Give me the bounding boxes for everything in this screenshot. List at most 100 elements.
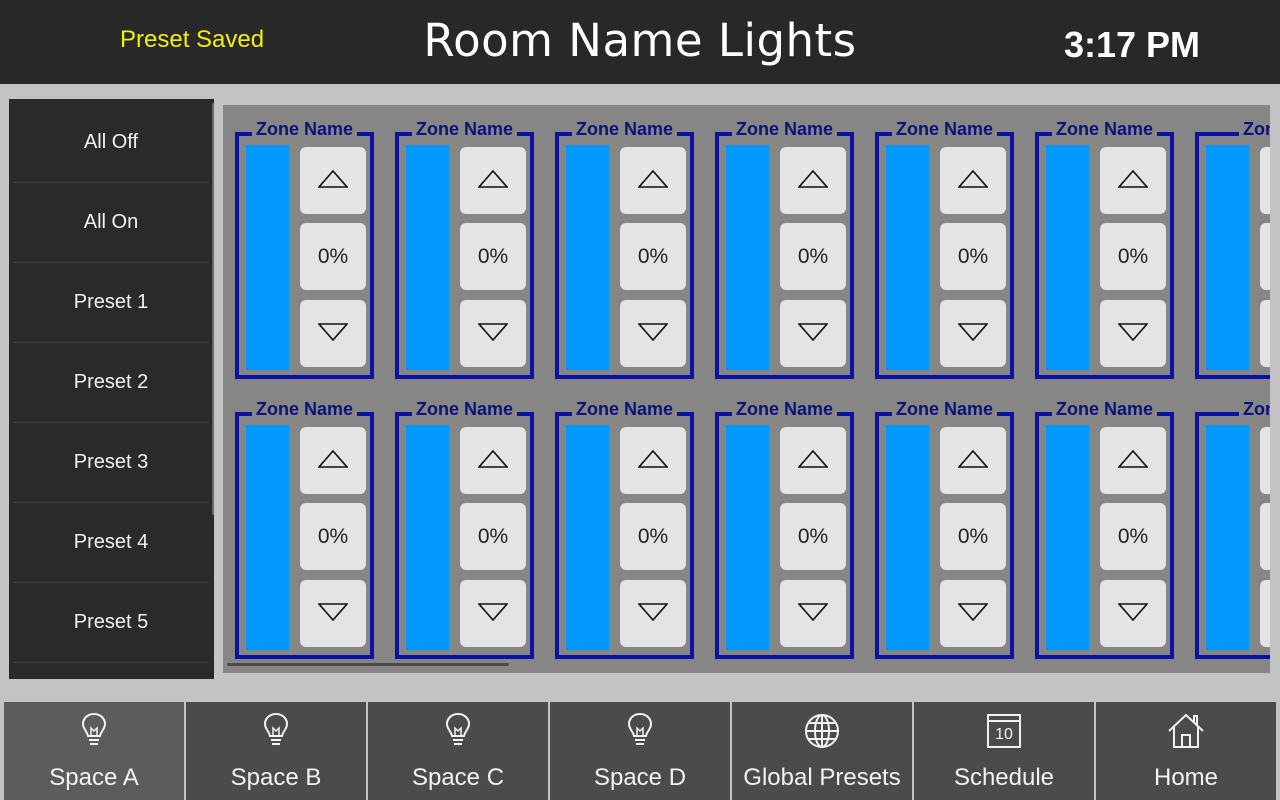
zone-level-value: 0% (957, 524, 989, 548)
nav-home-button[interactable]: Home (1096, 702, 1276, 800)
zone-raise-button[interactable] (460, 147, 526, 214)
nav-schedule-button[interactable]: 10 Schedule (914, 702, 1094, 800)
triangle-down-icon (957, 322, 989, 345)
zone-lower-button[interactable] (460, 300, 526, 367)
lightbulb-icon (443, 712, 473, 752)
zone-lower-button[interactable] (460, 580, 526, 647)
triangle-down-icon (637, 322, 669, 345)
zone-raise-button[interactable] (620, 427, 686, 494)
zone-lower-button[interactable] (1100, 580, 1166, 647)
nav-label: Space B (230, 764, 322, 791)
triangle-up-icon (477, 449, 509, 472)
zone-raise-button[interactable] (1100, 147, 1166, 214)
zone-level-value: 0% (1117, 524, 1149, 548)
nav-space-d-button[interactable]: Space D (550, 702, 730, 800)
sidebar-scrollbar[interactable] (212, 103, 214, 515)
zone-level-value: 0% (797, 244, 829, 268)
triangle-down-icon (317, 322, 349, 345)
zone-level-display: 0% (780, 503, 846, 570)
triangle-down-icon (1117, 322, 1149, 345)
nav-space-b-button[interactable]: Space B (186, 702, 366, 800)
zone-level-display: 0% (1100, 223, 1166, 290)
zone-level-bar[interactable] (566, 145, 609, 370)
triangle-up-icon (797, 169, 829, 192)
zone-lower-button[interactable] (1100, 300, 1166, 367)
zone-label: Zone Name (875, 399, 1014, 420)
zone-label: Zone Name (715, 119, 854, 140)
nav-space-a-button[interactable]: Space A (4, 702, 184, 800)
zone-lower-button[interactable] (620, 580, 686, 647)
zone-lower-button[interactable] (300, 580, 366, 647)
zone-level-bar[interactable] (1046, 425, 1089, 650)
triangle-down-icon (477, 602, 509, 625)
zone-level-bar[interactable] (1206, 425, 1249, 650)
nav-label: Space D (593, 764, 687, 791)
sidebar-item-all-on[interactable]: All On (13, 183, 209, 263)
zone-card: Zone Name 0% (543, 385, 694, 659)
zone-lower-button[interactable] (940, 580, 1006, 647)
zone-level-bar[interactable] (406, 425, 449, 650)
zone-level-bar[interactable] (246, 425, 289, 650)
zone-lower-button[interactable] (780, 580, 846, 647)
sidebar-item-preset-4[interactable]: Preset 4 (13, 503, 209, 583)
preset-sidebar: All Off All On Preset 1 Preset 2 Preset … (9, 99, 214, 679)
zone-raise-button[interactable] (780, 427, 846, 494)
zone-level-value: 0% (637, 524, 669, 548)
zone-raise-button[interactable] (1260, 147, 1270, 214)
zone-raise-button[interactable] (1100, 427, 1166, 494)
zone-raise-button[interactable] (940, 147, 1006, 214)
sidebar-item-label: Preset 2 (73, 371, 149, 393)
zone-card: Zone Name 0% (383, 385, 534, 659)
zone-card: Zone Name 0% (543, 105, 694, 379)
zone-raise-button[interactable] (940, 427, 1006, 494)
triangle-down-icon (317, 602, 349, 625)
zone-level-bar[interactable] (406, 145, 449, 370)
zone-name: Zone Name (1051, 399, 1158, 419)
triangle-up-icon (637, 169, 669, 192)
calendar-day: 10 (995, 726, 1013, 743)
zone-raise-button[interactable] (780, 147, 846, 214)
zone-name: Zone (1239, 119, 1270, 139)
zone-level-bar[interactable] (726, 145, 769, 370)
zone-raise-button[interactable] (300, 147, 366, 214)
zone-level-bar[interactable] (726, 425, 769, 650)
zone-raise-button[interactable] (1260, 427, 1270, 494)
zone-name: Zone Name (411, 399, 518, 419)
zone-lower-button[interactable] (620, 300, 686, 367)
zone-level-value: 0% (477, 244, 509, 268)
zone-level-value: 0% (797, 524, 829, 548)
sidebar-item-preset-3[interactable]: Preset 3 (13, 423, 209, 503)
zone-lower-button[interactable] (940, 300, 1006, 367)
sidebar-item-preset-2[interactable]: Preset 2 (13, 343, 209, 423)
zone-level-bar[interactable] (1206, 145, 1249, 370)
zone-level-bar[interactable] (566, 425, 609, 650)
triangle-up-icon (1117, 449, 1149, 472)
zone-card: Zone Name 0% (863, 385, 1014, 659)
zone-level-bar[interactable] (886, 145, 929, 370)
zone-name: Zone Name (571, 119, 678, 139)
sidebar-item-preset-5[interactable]: Preset 5 (13, 583, 209, 663)
zone-lower-button[interactable] (300, 300, 366, 367)
zone-level-bar[interactable] (1046, 145, 1089, 370)
sidebar-item-all-off[interactable]: All Off (13, 103, 209, 183)
zone-label: Zone Name (395, 399, 534, 420)
zone-raise-button[interactable] (300, 427, 366, 494)
zone-lower-button[interactable] (780, 300, 846, 367)
zone-name: Zone Name (571, 399, 678, 419)
zone-label: Zone Name (395, 119, 534, 140)
nav-global-presets-button[interactable]: Global Presets (732, 702, 912, 800)
zone-raise-button[interactable] (460, 427, 526, 494)
zone-grid-scrollbar[interactable] (227, 663, 509, 666)
triangle-up-icon (477, 169, 509, 192)
nav-space-c-button[interactable]: Space C (368, 702, 548, 800)
zone-level-bar[interactable] (246, 145, 289, 370)
zone-level-display: 0% (460, 503, 526, 570)
zone-lower-button[interactable] (1260, 580, 1270, 647)
zone-level-bar[interactable] (886, 425, 929, 650)
sidebar-item-label: All Off (83, 131, 139, 153)
zone-lower-button[interactable] (1260, 300, 1270, 367)
zone-name: Zone Name (251, 399, 358, 419)
zone-raise-button[interactable] (620, 147, 686, 214)
sidebar-item-preset-1[interactable]: Preset 1 (13, 263, 209, 343)
zone-label: Zone Name (1035, 119, 1174, 140)
